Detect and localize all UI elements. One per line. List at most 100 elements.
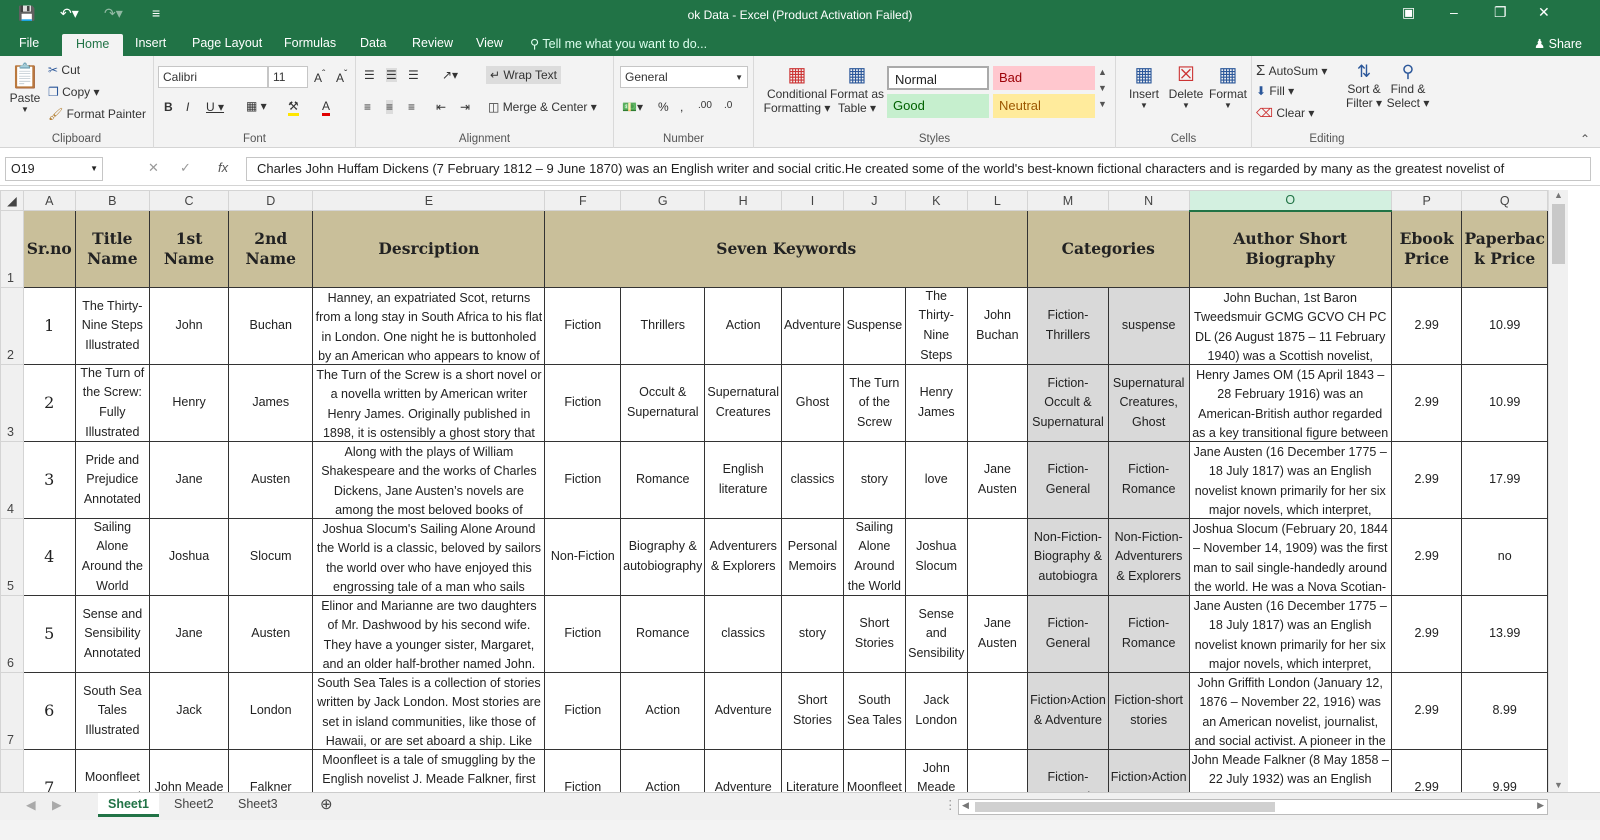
cell-category-1[interactable]: Fiction-Thrillers — [1027, 287, 1109, 365]
cell-keyword-6[interactable]: Henry James — [904, 364, 968, 442]
cell-category-1[interactable]: Fiction-Occult & Supernatural — [1027, 364, 1109, 442]
cell-category-2[interactable]: Fiction-Romance — [1107, 595, 1190, 673]
sheet-tab-sheet3[interactable]: Sheet3 — [238, 797, 278, 811]
cell-keyword-4[interactable]: story — [780, 595, 844, 673]
header-cell-description[interactable]: Desrciption — [312, 210, 546, 288]
cell-biography[interactable]: John Meade Falkner (8 May 1858 – 22 July… — [1188, 749, 1392, 792]
cell-second-name[interactable]: Buchan — [228, 287, 314, 365]
spreadsheet-grid[interactable]: ◢ A B C D E F G H I J K L M N O P Q 1 Sr… — [0, 190, 1548, 792]
column-header-e[interactable]: E — [312, 190, 546, 211]
cell-keyword-6[interactable]: Jack London — [904, 672, 968, 750]
column-header-b[interactable]: B — [74, 190, 151, 211]
underline-button[interactable]: U ▾ — [206, 100, 224, 114]
percent-icon[interactable]: % — [658, 100, 669, 114]
cell-keyword-5[interactable]: South Sea Tales — [842, 672, 906, 750]
cell-keyword-7[interactable] — [966, 749, 1029, 792]
row-header[interactable]: 2 — [0, 287, 24, 365]
cell-sr[interactable]: 2 — [22, 364, 76, 442]
cell-paperback-price[interactable]: no — [1461, 518, 1548, 596]
cell-description[interactable]: South Sea Tales is a collection of stori… — [312, 672, 546, 750]
cell-keyword-1[interactable]: Fiction — [544, 749, 622, 792]
cell-keyword-2[interactable]: Romance — [620, 595, 706, 673]
tab-page-layout[interactable]: Page Layout — [192, 36, 262, 50]
row-header[interactable]: 1 — [0, 210, 24, 288]
cell-first-name[interactable]: Henry — [149, 364, 230, 442]
header-cell-title[interactable]: Title Name — [74, 210, 151, 288]
cell-ebook-price[interactable]: 2.99 — [1390, 287, 1463, 365]
name-box[interactable]: O19 ▼ — [5, 157, 103, 181]
styles-gallery-scroll[interactable]: ▲ ▼ ▼ — [1098, 64, 1107, 112]
cell-title[interactable]: Sailing Alone Around the World — [74, 518, 151, 596]
cell-category-2[interactable]: Supernatural Creatures, Ghost — [1107, 364, 1190, 442]
column-header-o[interactable]: O — [1188, 190, 1392, 212]
conditional-formatting-button[interactable]: ▦ Conditional Formatting ▾ — [760, 62, 834, 115]
cell-keyword-1[interactable]: Non-Fiction — [544, 518, 622, 596]
align-center-icon[interactable]: ≡ — [386, 100, 394, 114]
cell-description[interactable]: Hanney, an expatriated Scot, returns fro… — [312, 287, 546, 365]
autosum-button[interactable]: Σ AutoSum ▾ — [1256, 62, 1327, 79]
column-header-j[interactable]: J — [842, 190, 906, 211]
cell-keyword-4[interactable]: Ghost — [780, 364, 844, 442]
column-header-i[interactable]: I — [780, 190, 844, 211]
cell-title[interactable]: Pride and Prejudice Annotated — [74, 441, 151, 519]
minimize-icon[interactable]: – — [1450, 4, 1458, 20]
italic-button[interactable]: I — [186, 100, 189, 114]
sheet-tab-sheet1[interactable]: Sheet1 — [98, 793, 159, 817]
formula-input[interactable]: Charles John Huffam Dickens (7 February … — [246, 157, 1591, 181]
fill-color-icon[interactable]: ⚒ — [288, 99, 299, 116]
sheet-tab-sheet2[interactable]: Sheet2 — [174, 797, 214, 811]
cell-keyword-5[interactable]: Moonfleet — [842, 749, 906, 792]
tab-review[interactable]: Review — [412, 36, 453, 50]
cell-keyword-2[interactable]: Romance — [620, 441, 706, 519]
bold-button[interactable]: B — [164, 100, 173, 114]
row-header[interactable]: 5 — [0, 518, 24, 596]
row-header[interactable]: 3 — [0, 364, 24, 442]
column-header-a[interactable]: A — [22, 190, 76, 211]
header-cell-ebook-price[interactable]: Ebook Price — [1390, 210, 1463, 288]
share-button[interactable]: ♟ Share — [1534, 36, 1582, 51]
cell-description[interactable]: The Turn of the Screw is a short novel o… — [312, 364, 546, 442]
cell-keyword-2[interactable]: Action — [620, 672, 706, 750]
cell-keyword-5[interactable]: Short Stories — [842, 595, 906, 673]
tab-formulas[interactable]: Formulas — [284, 36, 336, 50]
cell-ebook-price[interactable]: 2.99 — [1390, 672, 1463, 750]
column-header-n[interactable]: N — [1107, 190, 1190, 211]
increase-indent-icon[interactable]: ⇥ — [460, 100, 470, 114]
row-header[interactable]: 6 — [0, 595, 24, 673]
column-header-c[interactable]: C — [149, 190, 230, 211]
sort-filter-button[interactable]: ⇅ Sort & Filter ▾ — [1344, 62, 1384, 110]
column-header-m[interactable]: M — [1027, 190, 1109, 211]
cell-first-name[interactable]: Jane — [149, 595, 230, 673]
next-sheet-icon[interactable]: ▶ — [52, 797, 62, 812]
select-all-corner[interactable]: ◢ — [0, 190, 24, 211]
cell-keyword-4[interactable]: Personal Memoirs — [780, 518, 844, 596]
delete-cells-button[interactable]: ☒ Delete ▼ — [1166, 62, 1206, 110]
cell-category-1[interactable]: Fiction›Action & Adventure — [1027, 672, 1109, 750]
font-size-dropdown[interactable]: 11 — [268, 66, 308, 88]
cell-keyword-3[interactable]: classics — [704, 595, 782, 673]
add-sheet-icon[interactable]: ⊕ — [320, 795, 333, 813]
cell-keyword-5[interactable]: story — [842, 441, 906, 519]
cell-category-2[interactable]: Non-Fiction-Adventurers & Explorers — [1107, 518, 1190, 596]
cell-description[interactable]: Elinor and Marianne are two daughters of… — [312, 595, 546, 673]
header-cell-categories[interactable]: Categories — [1027, 210, 1190, 288]
cell-first-name[interactable]: Joshua — [149, 518, 230, 596]
paste-button[interactable]: 📋 Paste ▼ — [8, 62, 42, 114]
row-header[interactable]: 7 — [0, 672, 24, 750]
format-painter-button[interactable]: 🖌 Format Painter — [48, 107, 146, 121]
cell-sr[interactable]: 7 — [22, 749, 76, 792]
cell-category-2[interactable]: Fiction-Romance — [1107, 441, 1190, 519]
cell-ebook-price[interactable]: 2.99 — [1390, 441, 1463, 519]
column-header-k[interactable]: K — [904, 190, 968, 211]
header-cell-sr[interactable]: Sr.no — [22, 210, 76, 288]
cell-title[interactable]: Moonfleet Annotated — [74, 749, 151, 792]
cell-keyword-7[interactable]: Jane Austen — [966, 595, 1029, 673]
cell-paperback-price[interactable]: 8.99 — [1461, 672, 1548, 750]
column-header-d[interactable]: D — [228, 190, 314, 211]
tell-me-box[interactable]: ⚲ Tell me what you want to do... — [530, 36, 707, 51]
collapse-ribbon-icon[interactable]: ⌃ — [1580, 132, 1590, 146]
cell-description[interactable]: Along with the plays of William Shakespe… — [312, 441, 546, 519]
cell-keyword-2[interactable]: Thrillers — [620, 287, 706, 365]
scroll-left-icon[interactable]: ◀ — [962, 800, 969, 811]
cell-category-1[interactable]: Fiction-General — [1027, 441, 1109, 519]
